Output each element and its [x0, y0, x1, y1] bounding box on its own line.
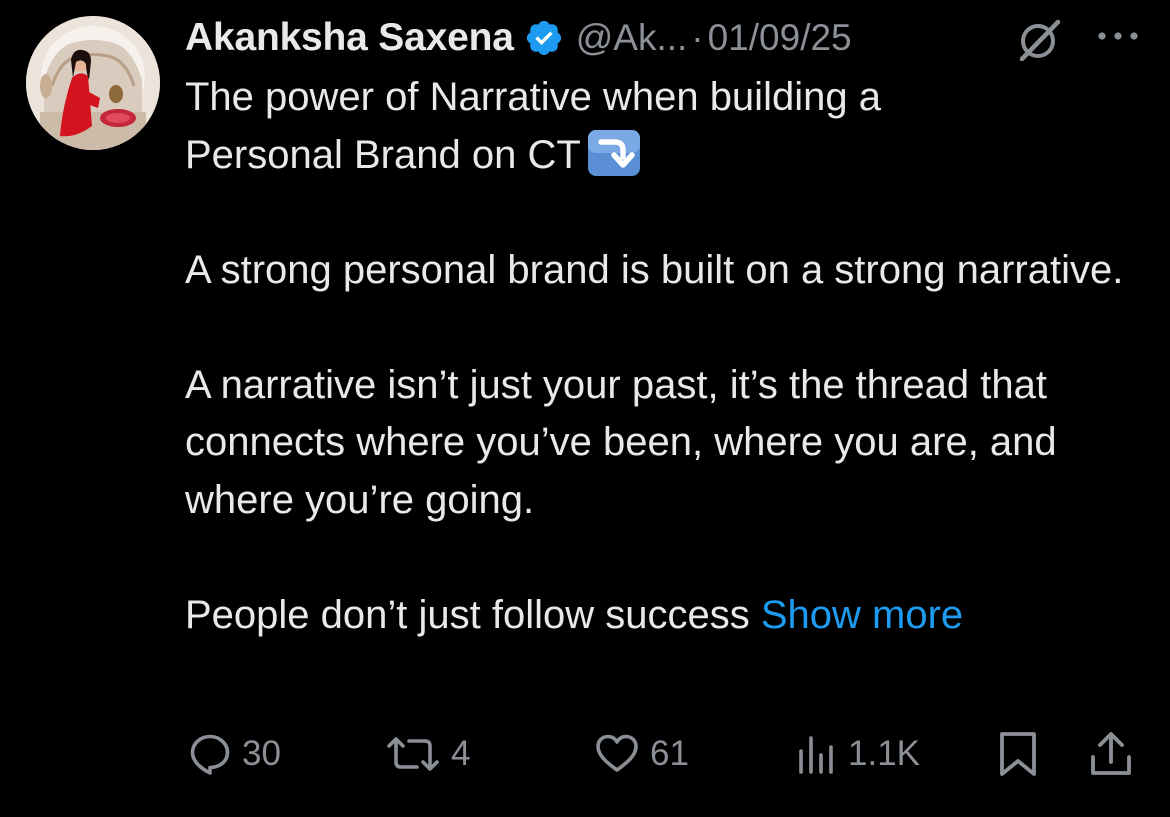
reply-button[interactable]: 30 [188, 722, 281, 786]
tweet-card[interactable]: Akanksha Saxena @Ak... · 01/09/25 The po… [0, 0, 1170, 817]
like-count: 61 [650, 734, 689, 773]
heart-icon [596, 734, 638, 772]
repost-count: 4 [451, 734, 471, 773]
author-name[interactable]: Akanksha Saxena [185, 16, 514, 60]
like-button[interactable]: 61 [594, 722, 689, 786]
views-icon [799, 736, 833, 774]
repost-icon [387, 737, 439, 771]
bookmark-icon [1000, 732, 1036, 776]
verified-badge-icon [524, 18, 564, 58]
reply-icon [190, 734, 230, 775]
reply-count: 30 [242, 734, 281, 773]
bookmark-button[interactable] [997, 722, 1039, 786]
tweet-paragraph: The power of Narrative when building a P… [185, 69, 1135, 184]
right-arrow-curving-down-emoji [587, 129, 641, 176]
share-icon [1091, 732, 1131, 775]
views-button[interactable]: 1.1K [796, 722, 920, 786]
more-options-icon[interactable] [1095, 24, 1141, 48]
tweet-paragraph: A narrative isn’t just your past, it’s t… [185, 362, 1057, 522]
tweet-paragraph-text: People don’t just follow success [185, 592, 750, 637]
show-more-link[interactable]: Show more [761, 593, 963, 637]
separator-dot: · [691, 17, 704, 58]
author-handle[interactable]: @Ak... [576, 17, 688, 59]
action-bar: 30 4 61 1.1K [0, 722, 1170, 786]
tweet-line: Personal Brand on CT [185, 127, 1135, 185]
tweet-date[interactable]: 01/09/25 [708, 17, 852, 59]
repost-button[interactable]: 4 [385, 722, 470, 786]
tweet-header: Akanksha Saxena @Ak... · 01/09/25 [185, 10, 1145, 66]
tweet-paragraph: A strong personal brand is built on a st… [185, 247, 1124, 292]
tweet-text: The power of Narrative when building a P… [185, 69, 1135, 644]
avatar[interactable] [26, 16, 160, 150]
tweet-line-text: Personal Brand on CT [185, 132, 581, 177]
share-button[interactable] [1087, 722, 1135, 786]
tweet-paragraph: People don’t just follow success Show mo… [185, 587, 1135, 645]
views-count: 1.1K [848, 734, 920, 773]
tweet-line: The power of Narrative when building a [185, 75, 881, 119]
grok-icon[interactable] [1014, 19, 1062, 62]
